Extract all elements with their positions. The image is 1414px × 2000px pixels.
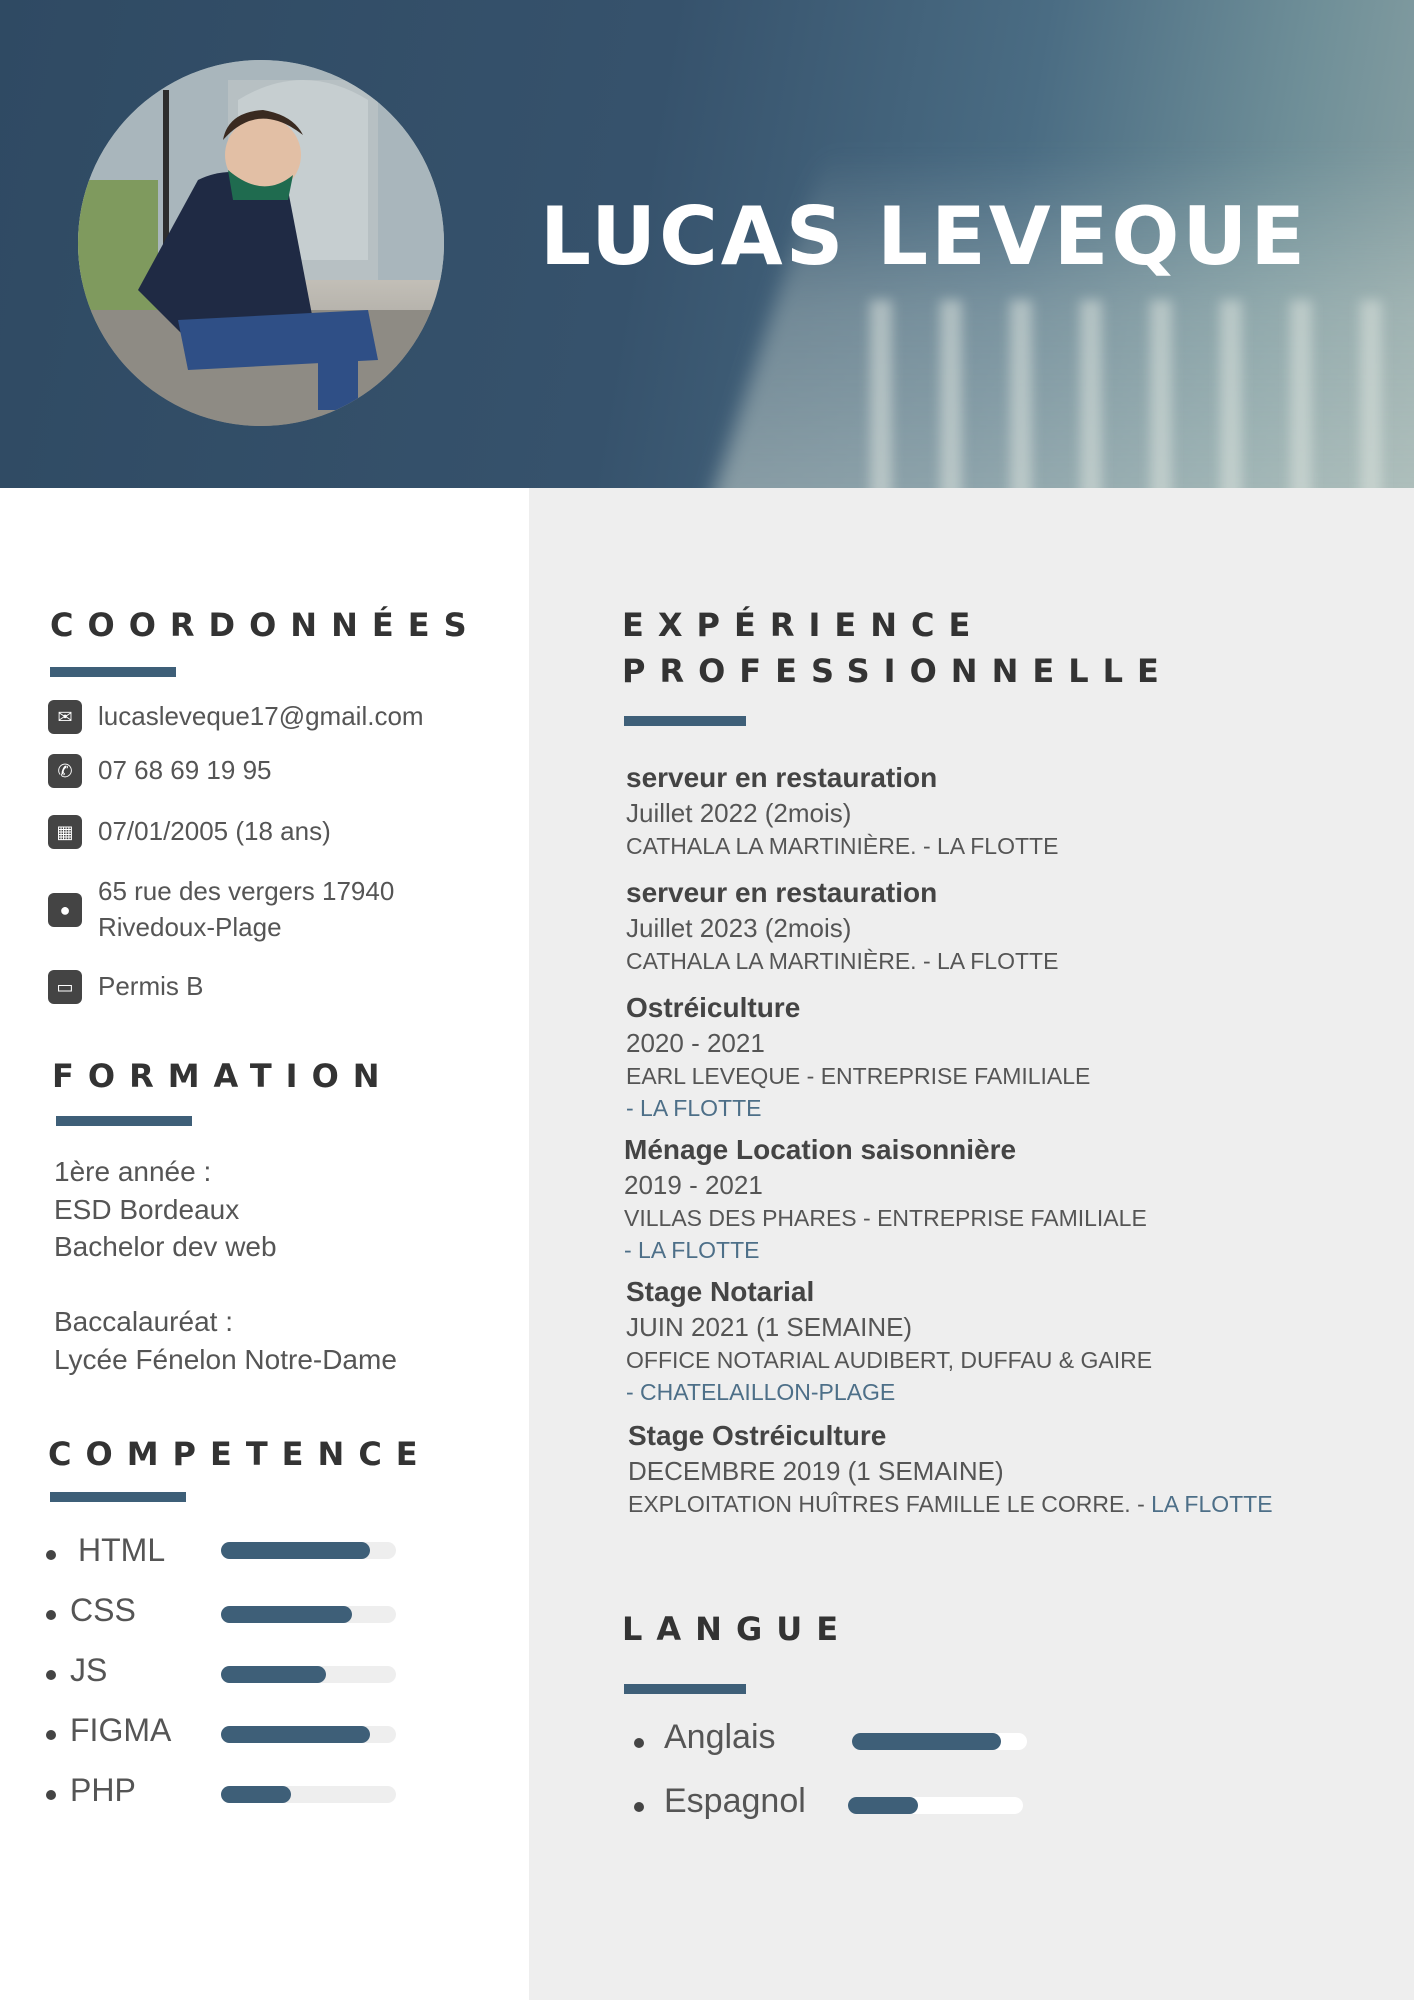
skill-bar-fill bbox=[221, 1542, 370, 1559]
location-pin-icon: ● bbox=[48, 893, 82, 927]
skill-name: PHP bbox=[70, 1772, 136, 1808]
job-title: Ménage Location saisonnière bbox=[624, 1134, 1017, 1165]
job-title: serveur en restauration bbox=[626, 762, 938, 793]
job-date: 2020 - 2021 bbox=[626, 1028, 765, 1058]
bullet bbox=[634, 1802, 644, 1812]
job-date: 2019 - 2021 bbox=[624, 1170, 763, 1200]
job-title: serveur en restauration bbox=[626, 877, 938, 908]
birthdate-text: 07/01/2005 (18 ans) bbox=[98, 816, 331, 846]
job-title: Ostréiculture bbox=[626, 992, 801, 1023]
skill-bar-fill bbox=[221, 1606, 353, 1623]
skill-name: JS bbox=[70, 1652, 108, 1688]
job-date: Juillet 2023 (2mois) bbox=[626, 913, 852, 943]
phone-icon: ✆ bbox=[48, 754, 82, 788]
skill-item: HTML bbox=[46, 1532, 406, 1576]
envelope-icon: ✉ bbox=[48, 700, 82, 734]
contact-address: ● 65 rue des vergers 17940 Rivedoux-Plag… bbox=[48, 873, 478, 945]
skill-item: PHP bbox=[46, 1772, 406, 1816]
skill-bar-track bbox=[221, 1606, 396, 1623]
language-item: Anglais bbox=[634, 1718, 1034, 1768]
language-bar-track bbox=[852, 1733, 1027, 1750]
job-location: LA FLOTTE bbox=[1151, 1491, 1273, 1517]
skill-item: FIGMA bbox=[46, 1712, 406, 1756]
skill-name: CSS bbox=[70, 1592, 136, 1628]
formation-section-title: FORMATION bbox=[52, 1057, 394, 1095]
language-name: Espagnol bbox=[664, 1782, 806, 1820]
skill-bar-track bbox=[221, 1786, 396, 1803]
language-name: Anglais bbox=[664, 1718, 776, 1756]
address-text: 65 rue des vergers 17940 Rivedoux-Plage bbox=[98, 876, 395, 942]
bullet bbox=[46, 1730, 56, 1740]
job-location: - LA FLOTTE bbox=[624, 1237, 760, 1263]
calendar-icon: ▦ bbox=[48, 815, 82, 849]
bullet bbox=[634, 1738, 644, 1748]
skill-name: HTML bbox=[78, 1532, 166, 1568]
language-bar-fill bbox=[848, 1797, 918, 1814]
skill-bar-track bbox=[221, 1726, 396, 1743]
language-bar-track bbox=[848, 1797, 1023, 1814]
job-company: EXPLOITATION HUÎTRES FAMILLE LE CORRE. -… bbox=[628, 1491, 1273, 1517]
background-pillars bbox=[830, 300, 1414, 488]
langue-section-title: LANGUE bbox=[622, 1610, 853, 1648]
contact-title-underline bbox=[50, 667, 176, 677]
skill-bar-fill bbox=[221, 1786, 291, 1803]
formation-line: Baccalauréat : bbox=[54, 1306, 233, 1337]
langue-title-underline bbox=[624, 1684, 746, 1694]
skill-item: CSS bbox=[46, 1592, 406, 1636]
email-text: lucasleveque17@gmail.com bbox=[98, 701, 424, 731]
bullet bbox=[46, 1550, 56, 1560]
skill-bar-track bbox=[221, 1666, 396, 1683]
id-card-icon: ▭ bbox=[48, 970, 82, 1004]
experience-section-title-line2: PROFESSIONNELLE bbox=[622, 652, 1173, 690]
skill-item: JS bbox=[46, 1652, 406, 1696]
contact-birthdate: ▦ 07/01/2005 (18 ans) bbox=[48, 813, 478, 849]
contact-phone[interactable]: ✆ 07 68 69 19 95 bbox=[48, 752, 478, 788]
formation-line: ESD Bordeaux bbox=[54, 1194, 240, 1225]
experience-item: serveur en restauration Juillet 2022 (2m… bbox=[626, 760, 1346, 862]
bullet bbox=[46, 1670, 56, 1680]
experience-title-underline bbox=[624, 716, 746, 726]
skill-bar-fill bbox=[221, 1666, 326, 1683]
language-item: Espagnol bbox=[634, 1782, 1034, 1832]
bullet bbox=[46, 1610, 56, 1620]
contact-license: ▭ Permis B bbox=[48, 968, 478, 1004]
job-title: Stage Ostréiculture bbox=[628, 1420, 887, 1451]
job-company: EARL LEVEQUE - ENTREPRISE FAMILIALE bbox=[626, 1063, 1091, 1089]
job-date: JUIN 2021 (1 SEMAINE) bbox=[626, 1312, 913, 1342]
phone-text: 07 68 69 19 95 bbox=[98, 755, 272, 785]
contact-section-title: COORDONNÉES bbox=[50, 606, 481, 644]
job-title: Stage Notarial bbox=[626, 1276, 815, 1307]
header-banner: LUCAS LEVEQUE bbox=[0, 0, 1414, 488]
job-location: - LA FLOTTE bbox=[626, 1095, 762, 1121]
skill-bar-fill bbox=[221, 1726, 370, 1743]
experience-item: Stage Notarial JUIN 2021 (1 SEMAINE) OFF… bbox=[626, 1274, 1346, 1408]
bullet bbox=[46, 1790, 56, 1800]
job-company: VILLAS DES PHARES - ENTREPRISE FAMILIALE bbox=[624, 1205, 1147, 1231]
competence-title-underline bbox=[50, 1492, 186, 1502]
formation-line: Bachelor dev web bbox=[54, 1231, 277, 1262]
formation-line: 1ère année : bbox=[54, 1156, 212, 1187]
job-location: - CHATELAILLON-PLAGE bbox=[626, 1379, 896, 1405]
skill-bar-track bbox=[221, 1542, 396, 1559]
candidate-name: LUCAS LEVEQUE bbox=[540, 190, 1308, 283]
language-bar-fill bbox=[852, 1733, 1001, 1750]
job-company: CATHALA LA MARTINIÈRE. - LA FLOTTE bbox=[626, 948, 1059, 974]
experience-section-title-line1: EXPÉRIENCE bbox=[622, 606, 985, 644]
profile-photo bbox=[78, 60, 444, 426]
job-date: Juillet 2022 (2mois) bbox=[626, 798, 852, 828]
experience-item: serveur en restauration Juillet 2023 (2m… bbox=[626, 875, 1346, 977]
formation-line: Lycée Fénelon Notre-Dame bbox=[54, 1344, 397, 1375]
job-company: OFFICE NOTARIAL AUDIBERT, DUFFAU & GAIRE bbox=[626, 1347, 1153, 1373]
job-date: DECEMBRE 2019 (1 SEMAINE) bbox=[628, 1456, 1004, 1486]
competence-section-title: COMPETENCE bbox=[48, 1435, 432, 1473]
skill-name: FIGMA bbox=[70, 1712, 172, 1748]
formation-title-underline bbox=[56, 1116, 192, 1126]
experience-item: Ménage Location saisonnière 2019 - 2021 … bbox=[624, 1132, 1344, 1266]
contact-email[interactable]: ✉ lucasleveque17@gmail.com bbox=[48, 698, 478, 734]
experience-item: Stage Ostréiculture DECEMBRE 2019 (1 SEM… bbox=[628, 1418, 1348, 1520]
job-company: CATHALA LA MARTINIÈRE. - LA FLOTTE bbox=[626, 833, 1059, 859]
license-text: Permis B bbox=[98, 971, 204, 1001]
experience-item: Ostréiculture 2020 - 2021 EARL LEVEQUE -… bbox=[626, 990, 1346, 1124]
